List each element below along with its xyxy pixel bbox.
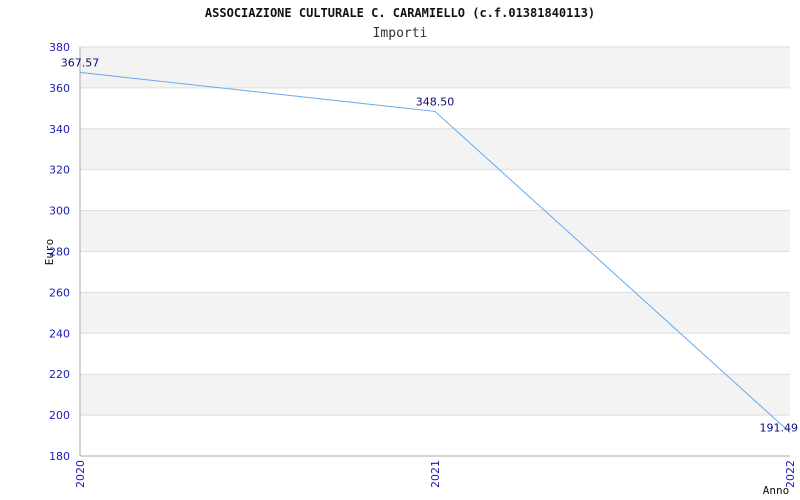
- grid-band: [80, 374, 790, 416]
- line-chart: ASSOCIAZIONE CULTURALE C. CARAMIELLO (c.…: [0, 0, 800, 500]
- y-axis-label: Euro: [43, 239, 56, 266]
- x-tick-label: 2020: [74, 460, 87, 488]
- grid-band: [80, 251, 790, 293]
- y-tick-label: 200: [49, 409, 70, 422]
- grid-band: [80, 333, 790, 375]
- y-tick-label: 320: [49, 164, 70, 177]
- data-label: 191.49: [760, 422, 799, 435]
- grid-band: [80, 210, 790, 252]
- data-label: 348.50: [416, 95, 455, 108]
- chart-subtitle: Importi: [373, 26, 428, 41]
- y-tick-label: 220: [49, 368, 70, 381]
- x-tick-label: 2021: [429, 460, 442, 488]
- chart-title: ASSOCIAZIONE CULTURALE C. CARAMIELLO (c.…: [205, 6, 595, 20]
- y-tick-label: 180: [49, 450, 70, 463]
- y-tick-label: 360: [49, 82, 70, 95]
- y-tick-label: 380: [49, 41, 70, 54]
- data-label: 367.57: [61, 56, 100, 69]
- y-tick-label: 260: [49, 286, 70, 299]
- y-tick-label: 340: [49, 123, 70, 136]
- grid-band: [80, 47, 790, 88]
- x-axis-label: Anno: [763, 484, 790, 497]
- grid-band: [80, 415, 790, 456]
- y-tick-label: 240: [49, 327, 70, 340]
- grid-band: [80, 292, 790, 334]
- grid-band: [80, 169, 790, 211]
- grid-band: [80, 128, 790, 170]
- y-tick-label: 300: [49, 205, 70, 218]
